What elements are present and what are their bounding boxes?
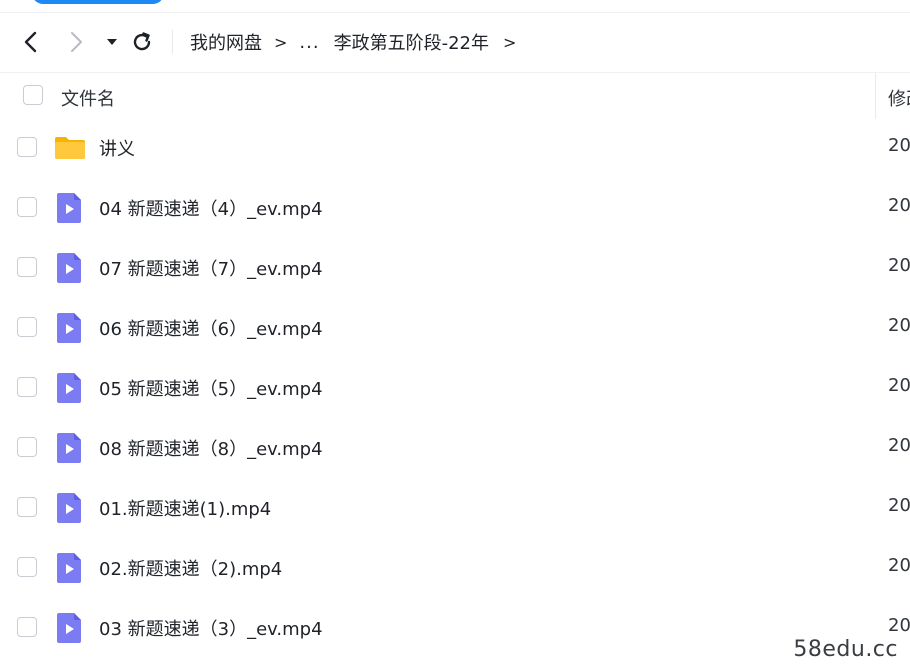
file-modified-date: 20 [888, 435, 910, 456]
file-name[interactable]: 08 新题速递（8）_ev.mp4 [99, 435, 323, 461]
caret-down-icon [107, 39, 117, 45]
file-row[interactable]: 05 新题速递（5）_ev.mp4 20 [0, 358, 910, 418]
row-checkbox[interactable] [17, 497, 37, 517]
file-row[interactable]: 08 新题速递（8）_ev.mp4 20 [0, 418, 910, 478]
video-file-icon [54, 251, 86, 285]
refresh-button[interactable] [128, 28, 156, 56]
row-checkbox[interactable] [17, 317, 37, 337]
file-modified-date: 20 [888, 255, 910, 276]
breadcrumb-separator: > [274, 32, 288, 52]
top-action-button[interactable] [32, 0, 164, 4]
video-file-icon [54, 371, 86, 405]
breadcrumb-separator: > [502, 32, 517, 52]
back-button[interactable] [17, 28, 45, 56]
row-checkbox[interactable] [17, 377, 37, 397]
file-name[interactable]: 01.新题速递(1).mp4 [99, 495, 271, 521]
video-file-icon [54, 611, 86, 645]
file-modified-date: 20 [888, 195, 910, 216]
chevron-left-icon [24, 31, 37, 53]
video-file-icon [54, 191, 86, 225]
file-name[interactable]: 07 新题速递（7）_ev.mp4 [99, 255, 323, 281]
breadcrumb-current[interactable]: 李政第五阶段-22年 [334, 29, 489, 55]
navigation-bar: 我的网盘 > ... 李政第五阶段-22年 > [0, 14, 910, 70]
select-all-checkbox[interactable] [23, 85, 43, 105]
file-modified-date: 20 [888, 615, 910, 636]
file-list-header: 文件名 修改 [0, 72, 910, 119]
video-file-icon [54, 431, 86, 465]
file-name[interactable]: 03 新题速递（3）_ev.mp4 [99, 615, 323, 641]
row-checkbox[interactable] [17, 557, 37, 577]
column-header-name[interactable]: 文件名 [61, 85, 115, 111]
watermark: 58edu.cc [793, 637, 898, 662]
file-row[interactable]: 04 新题速递（4）_ev.mp4 20 [0, 178, 910, 238]
file-name[interactable]: 02.新题速递（2).mp4 [99, 555, 282, 581]
forward-button[interactable] [62, 28, 90, 56]
file-modified-date: 20 [888, 315, 910, 336]
row-checkbox[interactable] [17, 257, 37, 277]
column-header-modified[interactable]: 修改 [888, 85, 910, 111]
file-row[interactable]: 07 新题速递（7）_ev.mp4 20 [0, 238, 910, 298]
file-row[interactable]: 讲义 20 [0, 118, 910, 178]
video-file-icon [54, 551, 86, 585]
file-row[interactable]: 02.新题速递（2).mp4 20 [0, 538, 910, 598]
folder-icon [54, 131, 86, 165]
file-modified-date: 20 [888, 495, 910, 516]
row-checkbox[interactable] [17, 197, 37, 217]
breadcrumb-root[interactable]: 我的网盘 [190, 29, 262, 55]
breadcrumb: 我的网盘 > ... 李政第五阶段-22年 > [190, 28, 516, 56]
file-name[interactable]: 04 新题速递（4）_ev.mp4 [99, 195, 323, 221]
file-name[interactable]: 讲义 [99, 135, 135, 161]
file-browser: 我的网盘 > ... 李政第五阶段-22年 > 文件名 修改 讲义2004 新题… [0, 0, 910, 668]
row-checkbox[interactable] [17, 617, 37, 637]
top-divider [0, 12, 910, 13]
file-row[interactable]: 06 新题速递（6）_ev.mp4 20 [0, 298, 910, 358]
row-checkbox[interactable] [17, 437, 37, 457]
file-name[interactable]: 05 新题速递（5）_ev.mp4 [99, 375, 323, 401]
nav-divider [172, 30, 173, 54]
chevron-right-icon [71, 32, 82, 52]
row-checkbox[interactable] [17, 137, 37, 157]
video-file-icon [54, 491, 86, 525]
file-modified-date: 20 [888, 555, 910, 576]
column-resize-handle[interactable] [875, 73, 876, 119]
file-row[interactable]: 01.新题速递(1).mp4 20 [0, 478, 910, 538]
breadcrumb-ellipsis[interactable]: ... [299, 32, 319, 53]
file-modified-date: 20 [888, 135, 910, 156]
refresh-icon [133, 32, 151, 51]
file-row[interactable]: 03 新题速递（3）_ev.mp4 20 [0, 598, 910, 658]
file-modified-date: 20 [888, 375, 910, 396]
file-name[interactable]: 06 新题速递（6）_ev.mp4 [99, 315, 323, 341]
video-file-icon [54, 311, 86, 345]
history-dropdown-button[interactable] [98, 28, 126, 56]
